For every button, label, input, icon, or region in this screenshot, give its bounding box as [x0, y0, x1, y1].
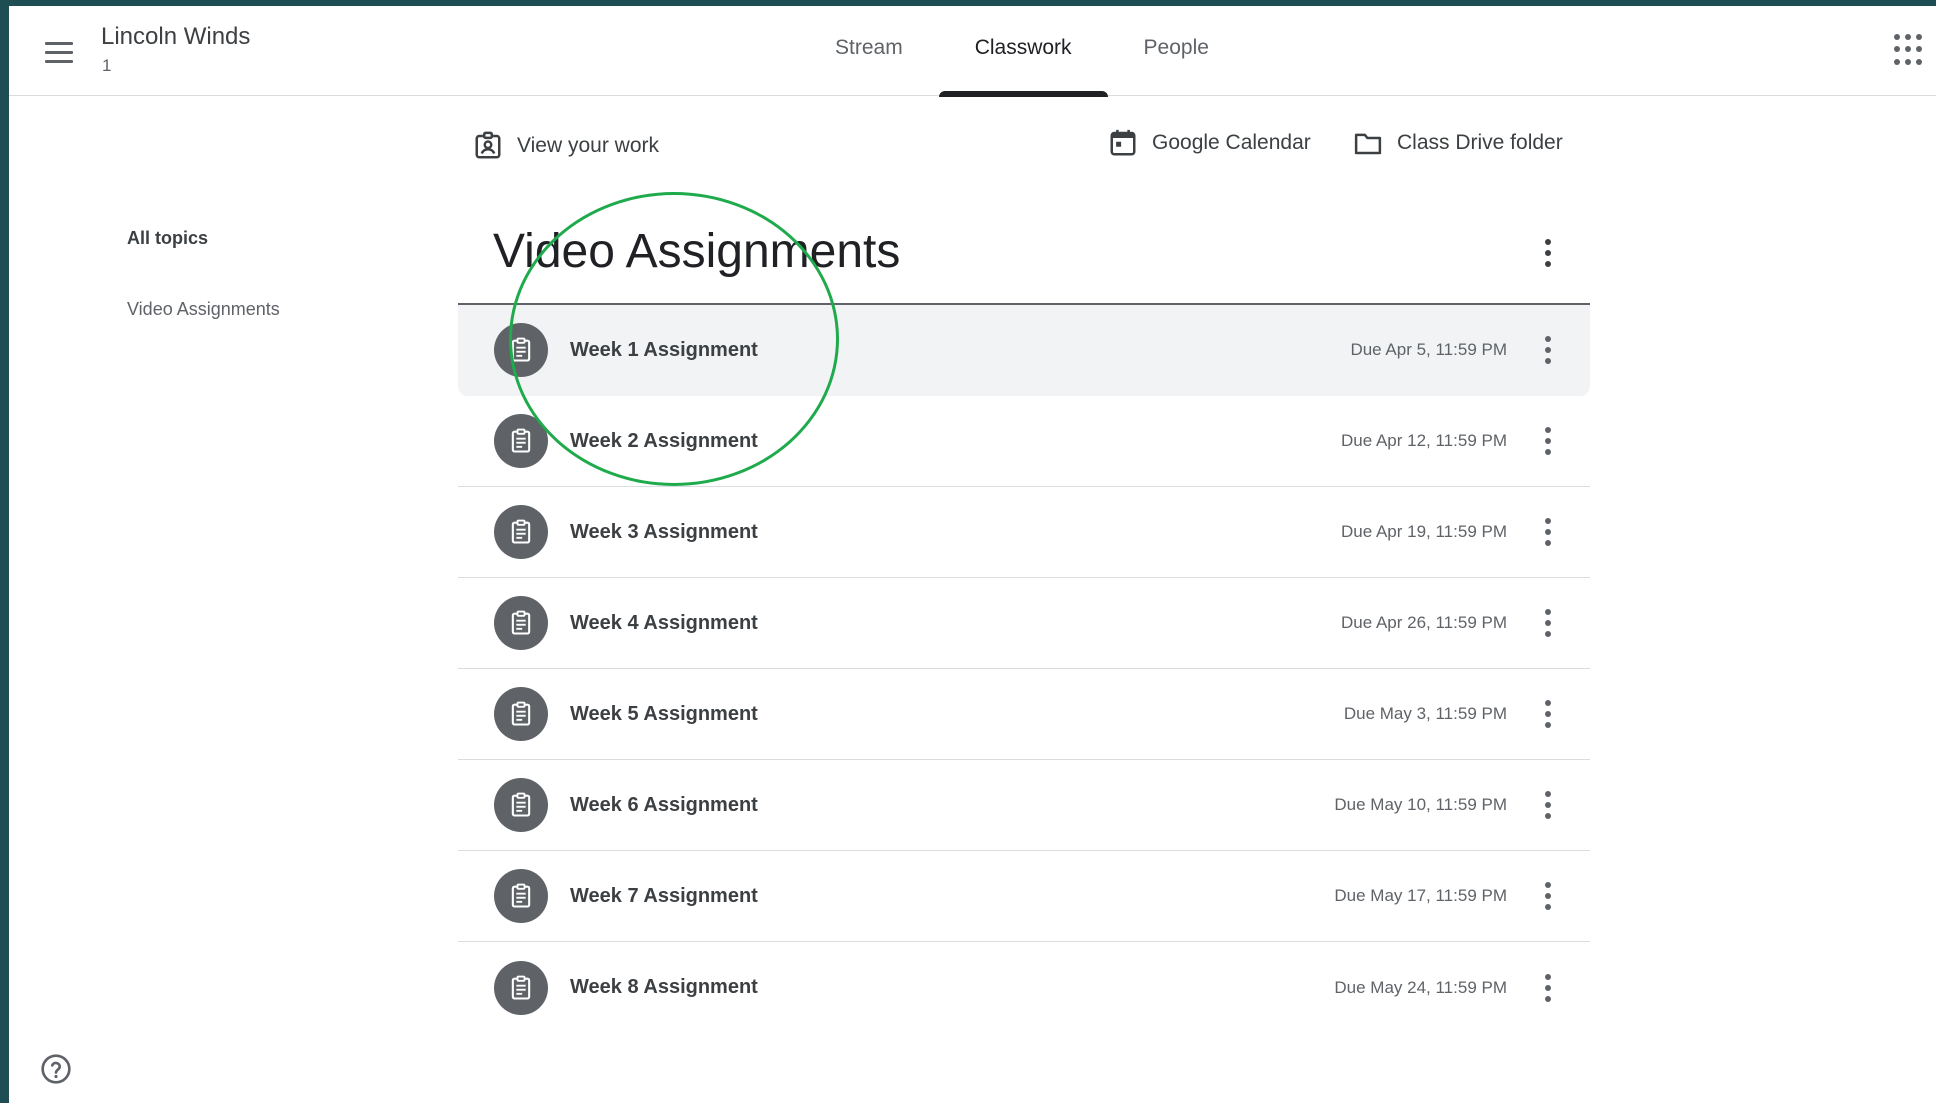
clipboard-assignment-icon — [494, 596, 548, 650]
clipboard-assignment-icon — [494, 505, 548, 559]
assignment-row[interactable]: Week 2 Assignment Due Apr 12, 11:59 PM — [458, 396, 1590, 487]
assignment-row[interactable]: Week 7 Assignment Due May 17, 11:59 PM — [458, 851, 1590, 942]
assignment-due: Due Apr 5, 11:59 PM — [1350, 340, 1507, 359]
assignment-due: Due Apr 26, 11:59 PM — [1340, 613, 1507, 632]
classroom-window: Lincoln Winds 1 Stream Classwork People … — [9, 6, 1936, 1103]
more-vert-icon[interactable] — [1536, 423, 1560, 459]
assignment-due: Due May 17, 11:59 PM — [1334, 886, 1507, 905]
clipboard-assignment-icon — [494, 323, 548, 377]
assignment-row[interactable]: Week 8 Assignment Due May 24, 11:59 PM — [458, 942, 1590, 1033]
assignment-due: Due Apr 12, 11:59 PM — [1340, 431, 1507, 450]
topic-all-topics[interactable]: All topics — [127, 228, 280, 249]
folder-icon — [1354, 133, 1382, 155]
assignment-ind-icon — [475, 131, 501, 159]
assignment-title: Week 1 Assignment — [570, 338, 758, 361]
class-drive-folder-label: Class Drive folder — [1397, 131, 1563, 154]
clipboard-assignment-icon — [494, 778, 548, 832]
google-calendar-link[interactable]: Google Calendar — [1108, 128, 1311, 158]
assignment-row[interactable]: Week 4 Assignment Due Apr 26, 11:59 PM — [458, 578, 1590, 669]
assignment-list: Week 1 Assignment Due Apr 5, 11:59 PM We… — [458, 305, 1590, 1033]
more-vert-icon[interactable] — [1536, 332, 1560, 368]
class-section: 1 — [102, 56, 112, 75]
assignment-due: Due May 10, 11:59 PM — [1334, 795, 1507, 814]
assignment-due: Due May 24, 11:59 PM — [1334, 977, 1507, 997]
more-vert-icon[interactable] — [1536, 696, 1560, 732]
clipboard-assignment-icon — [494, 414, 548, 468]
view-your-work-label: View your work — [517, 134, 659, 157]
assignment-row[interactable]: Week 1 Assignment Due Apr 5, 11:59 PM — [458, 305, 1590, 396]
assignment-due: Due May 3, 11:59 PM — [1343, 704, 1507, 723]
more-vert-icon[interactable] — [1536, 514, 1560, 550]
more-vert-icon[interactable] — [1536, 235, 1560, 271]
class-title[interactable]: Lincoln Winds — [101, 23, 250, 51]
hamburger-menu-icon[interactable] — [45, 37, 75, 67]
help-icon[interactable] — [40, 1053, 72, 1085]
clipboard-assignment-icon — [494, 960, 548, 1015]
calendar-icon — [1110, 129, 1136, 156]
tab-stream[interactable]: Stream — [799, 6, 939, 96]
assignment-row[interactable]: Week 5 Assignment Due May 3, 11:59 PM — [458, 669, 1590, 760]
section-title: Video Assignments — [493, 225, 901, 278]
google-calendar-label: Google Calendar — [1152, 131, 1311, 154]
assignment-row[interactable]: Week 6 Assignment Due May 10, 11:59 PM — [458, 760, 1590, 851]
tab-bar: Stream Classwork People — [799, 6, 1245, 97]
more-vert-icon[interactable] — [1536, 787, 1560, 823]
tab-people[interactable]: People — [1108, 6, 1245, 96]
assignment-row[interactable]: Week 3 Assignment Due Apr 19, 11:59 PM — [458, 487, 1590, 578]
tab-classwork[interactable]: Classwork — [938, 6, 1108, 97]
assignment-title: Week 4 Assignment — [570, 611, 758, 634]
assignment-title: Week 5 Assignment — [570, 702, 758, 725]
top-bar: Lincoln Winds 1 Stream Classwork People — [9, 6, 1936, 97]
clipboard-assignment-icon — [494, 687, 548, 741]
google-apps-icon[interactable] — [1894, 34, 1926, 66]
more-vert-icon[interactable] — [1536, 605, 1560, 641]
assignment-title: Week 7 Assignment — [570, 884, 758, 907]
assignment-due: Due Apr 19, 11:59 PM — [1340, 522, 1507, 541]
assignment-title: Week 6 Assignment — [570, 793, 758, 816]
more-vert-icon[interactable] — [1536, 970, 1560, 1006]
assignment-title: Week 3 Assignment — [570, 520, 758, 543]
topics-list: All topics Video Assignments — [127, 228, 280, 370]
class-drive-folder-link[interactable]: Class Drive folder — [1353, 128, 1563, 158]
topic-video-assignments[interactable]: Video Assignments — [127, 299, 280, 320]
more-vert-icon[interactable] — [1536, 878, 1560, 914]
assignment-title: Week 8 Assignment — [570, 976, 758, 998]
view-your-work-link[interactable]: View your work — [473, 131, 659, 161]
clipboard-assignment-icon — [494, 869, 548, 923]
assignment-title: Week 2 Assignment — [570, 429, 758, 452]
